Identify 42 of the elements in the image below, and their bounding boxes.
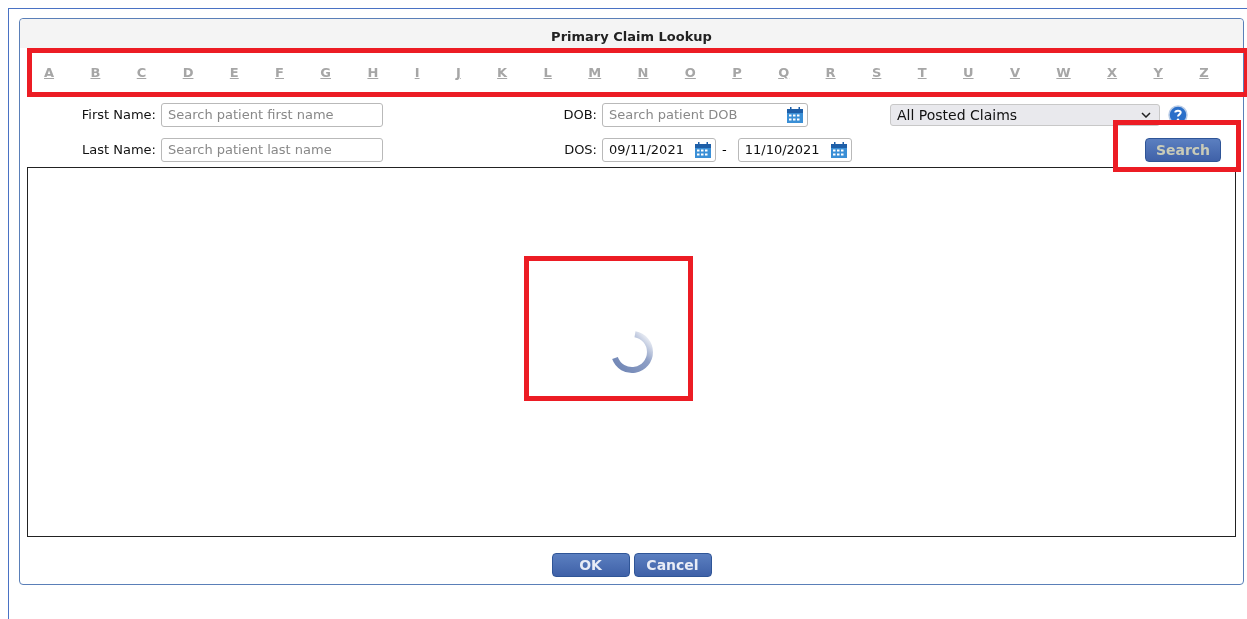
letter-link[interactable]: H <box>367 65 379 80</box>
letter-link[interactable]: F <box>275 65 284 80</box>
field-label: DOS: <box>563 142 597 157</box>
letter-link[interactable]: O <box>684 65 696 80</box>
letter-link[interactable]: J <box>455 65 461 80</box>
letter-link[interactable]: C <box>136 65 147 80</box>
letter-link[interactable]: Y <box>1153 65 1163 80</box>
letter-link[interactable]: L <box>543 65 552 80</box>
field-label: DOB: <box>562 107 597 122</box>
letter-link[interactable]: Z <box>1199 65 1209 80</box>
letter-link[interactable]: G <box>320 65 332 80</box>
letter-link[interactable]: S <box>872 65 882 80</box>
dialog-title: Primary Claim Lookup <box>551 29 712 44</box>
letter-link[interactable]: K <box>497 65 508 80</box>
letter-link[interactable]: V <box>1009 65 1020 80</box>
dos-from-field[interactable]: 09/11/2021 <box>602 137 716 162</box>
letter-link[interactable]: W <box>1056 65 1071 80</box>
letter-link[interactable]: A <box>44 65 55 80</box>
letter-link[interactable]: X <box>1107 65 1118 80</box>
letter-link[interactable]: D <box>182 65 194 80</box>
letter-link[interactable]: T <box>917 65 927 80</box>
field-label: First Name: <box>80 107 156 122</box>
dialog-button[interactable]: Cancel <box>633 553 712 577</box>
letter-link[interactable]: Q <box>778 65 790 80</box>
letter-link[interactable]: U <box>963 65 974 80</box>
letter-link[interactable]: I <box>414 65 420 80</box>
letter-link[interactable]: B <box>90 65 101 80</box>
dob-field[interactable]: Search patient DOB <box>602 102 808 127</box>
letter-link[interactable]: E <box>229 65 239 80</box>
claim-filter-dropdown[interactable]: All Posted Claims <box>890 103 1160 126</box>
chevron-down-icon <box>1141 111 1151 118</box>
search-button[interactable]: Search <box>1145 137 1221 162</box>
field-label: Last Name: <box>81 142 156 157</box>
dialog-button[interactable]: OK <box>551 553 630 577</box>
letter-link[interactable]: R <box>825 65 836 80</box>
first-name-field[interactable]: Search patient first name <box>161 102 383 127</box>
letter-link[interactable]: P <box>732 65 742 80</box>
letter-link[interactable]: N <box>637 65 649 80</box>
range-separator: - <box>722 142 727 157</box>
last-name-field[interactable]: Search patient last name <box>161 137 383 162</box>
dos-to-field[interactable]: 11/10/2021 <box>737 137 852 162</box>
letter-link[interactable]: M <box>588 65 602 80</box>
